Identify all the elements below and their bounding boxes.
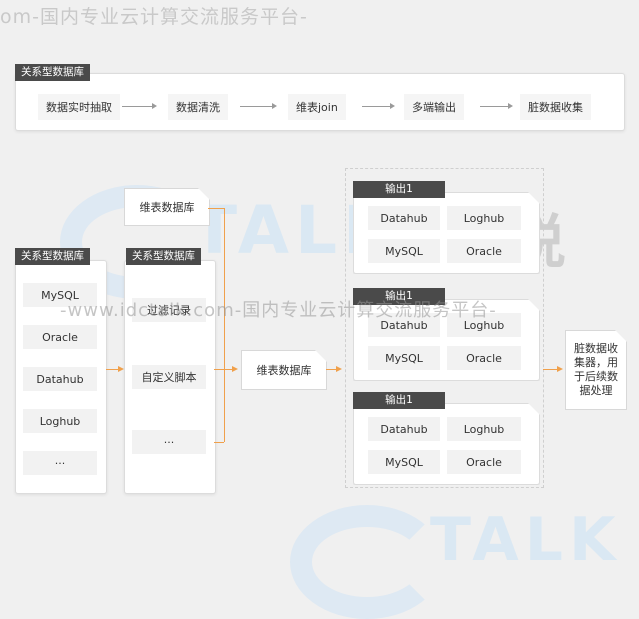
watermark-bottom-ring-icon — [290, 505, 444, 619]
arrow-line — [122, 106, 152, 107]
flow-arrow-line — [543, 369, 557, 370]
flow-arrow-head-icon — [232, 366, 238, 372]
arrow-line — [480, 106, 508, 107]
process-panel-tag: 关系型数据库 — [126, 248, 201, 265]
output-1-oracle: Oracle — [447, 239, 521, 263]
step-dirty-collect: 脏数据收集 — [520, 94, 591, 120]
dim-table-top: 维表数据库 — [124, 188, 210, 226]
flow-arrow-head-icon — [336, 366, 342, 372]
arrow-line — [362, 106, 390, 107]
watermark-mid-text: -www.idctalk.com-国内专业云计算交流服务平台- — [60, 300, 497, 321]
dirty-data-collector: 脏数据收集器，用于后续数据处理 — [565, 330, 627, 410]
output-3-datahub: Datahub — [368, 417, 440, 441]
step-join: 维表join — [288, 94, 346, 120]
flow-arrow-head-icon — [557, 366, 563, 372]
arrow-head-icon — [508, 103, 513, 109]
output-1-tag: 输出1 — [353, 181, 445, 198]
arrow-head-icon — [390, 103, 395, 109]
output-1-mysql: MySQL — [368, 239, 440, 263]
step-multi-output: 多端输出 — [404, 94, 464, 120]
flow-line — [208, 208, 224, 209]
dim-table-mid: 维表数据库 — [241, 350, 327, 390]
output-3-loghub: Loghub — [447, 417, 521, 441]
source-panel-tag: 关系型数据库 — [15, 248, 90, 265]
flow-arrow-line — [106, 369, 118, 370]
step-extract: 数据实时抽取 — [38, 94, 120, 120]
watermark-logo-bottom: TALK — [430, 505, 622, 575]
source-item-loghub: Loghub — [23, 409, 97, 433]
process-item-more: ··· — [132, 430, 206, 454]
process-item-custom-script: 自定义脚本 — [132, 365, 206, 389]
arrow-line — [240, 106, 272, 107]
arrow-head-icon — [272, 103, 277, 109]
source-item-oracle: Oracle — [23, 325, 97, 349]
flow-line — [214, 442, 224, 443]
output-3-oracle: Oracle — [447, 450, 521, 474]
output-3-mysql: MySQL — [368, 450, 440, 474]
watermark-top-text: om-国内专业云计算交流服务平台- — [0, 6, 308, 28]
top-panel-tag: 关系型数据库 — [15, 64, 90, 81]
flow-arrow-line — [326, 369, 336, 370]
source-item-datahub: Datahub — [23, 367, 97, 391]
output-1-loghub: Loghub — [447, 206, 521, 230]
output-2-oracle: Oracle — [447, 346, 521, 370]
source-item-more: ··· — [23, 451, 97, 475]
flow-line — [214, 369, 232, 370]
flow-line — [224, 208, 225, 442]
output-2-mysql: MySQL — [368, 346, 440, 370]
step-clean: 数据清洗 — [168, 94, 228, 120]
output-3-tag: 输出1 — [353, 392, 445, 409]
arrow-head-icon — [152, 103, 157, 109]
output-1-datahub: Datahub — [368, 206, 440, 230]
